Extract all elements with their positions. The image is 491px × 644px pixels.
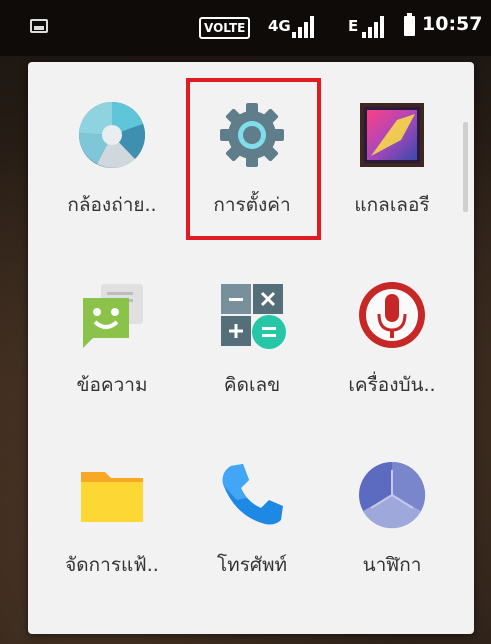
app-label: คิดเลข — [223, 374, 281, 396]
voice-recorder-icon — [359, 282, 425, 348]
app-gallery[interactable]: แกลเลอรี — [322, 78, 462, 228]
app-label: จัดการแฟ้.. — [65, 554, 159, 576]
file-manager-icon — [81, 472, 143, 522]
settings-highlight-box — [186, 78, 321, 240]
app-voice-recorder[interactable]: เครื่องบัน.. — [322, 258, 462, 408]
status-bar: VOLTE 4G E 10:57 — [0, 0, 491, 56]
network-type-4g: 4G — [268, 17, 291, 35]
camera-icon — [78, 101, 146, 168]
app-camera[interactable]: กล้องถ่าย.. — [42, 78, 182, 228]
calculator-icon — [221, 284, 286, 349]
screenshot-icon — [30, 19, 48, 33]
app-label: ข้อความ — [76, 374, 148, 396]
app-label: แกลเลอรี — [354, 194, 430, 216]
phone-icon — [222, 464, 283, 525]
app-messaging[interactable]: ข้อความ — [42, 258, 182, 408]
app-calculator[interactable]: คิดเลข — [182, 258, 322, 408]
signal-icon — [362, 14, 384, 38]
app-file-manager[interactable]: จัดการแฟ้.. — [42, 438, 182, 588]
app-label: โทรศัพท์ — [216, 554, 288, 576]
scrollbar[interactable] — [463, 122, 468, 212]
clock-time: 10:57 — [422, 13, 483, 35]
network-type-e: E — [348, 17, 359, 35]
clock-icon — [359, 461, 426, 529]
app-clock[interactable]: นาฬิกา — [322, 438, 462, 588]
app-label: นาฬิกา — [362, 554, 422, 576]
battery-icon — [404, 13, 415, 36]
gallery-icon — [360, 103, 424, 167]
app-label: เครื่องบัน.. — [348, 374, 436, 396]
signal-icon — [292, 14, 314, 38]
volte-badge: VOLTE — [199, 17, 251, 39]
app-phone[interactable]: โทรศัพท์ — [182, 438, 322, 588]
app-label: กล้องถ่าย.. — [67, 194, 157, 216]
messaging-icon — [83, 284, 143, 348]
